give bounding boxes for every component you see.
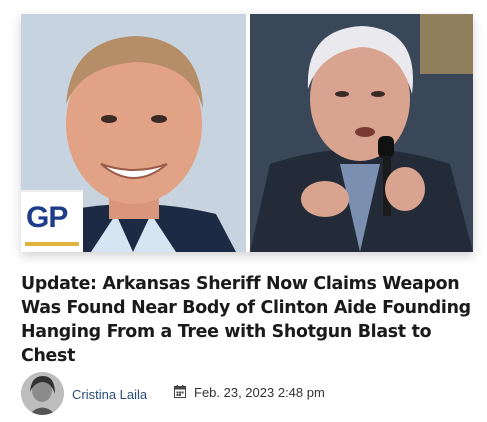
avatar-image: [21, 372, 64, 415]
left-photo: GP: [21, 14, 246, 252]
author-avatar[interactable]: [21, 372, 64, 415]
article-title[interactable]: Update: Arkansas Sheriff Now Claims Weap…: [21, 272, 473, 368]
logo-text: GP: [26, 201, 68, 234]
author-link[interactable]: Cristina Laila: [72, 387, 147, 402]
gateway-pundit-logo[interactable]: GP: [21, 190, 83, 252]
right-photo: [250, 14, 473, 252]
calendar-icon: [174, 385, 186, 398]
article-meta: Cristina Laila Feb. 23, 2023 2:48 pm: [21, 372, 473, 416]
article-hero-image[interactable]: GP: [21, 14, 473, 252]
logo-underline: [25, 242, 79, 246]
portrait-speaker-illustration: [250, 14, 473, 252]
publish-date: Feb. 23, 2023 2:48 pm: [194, 385, 325, 400]
